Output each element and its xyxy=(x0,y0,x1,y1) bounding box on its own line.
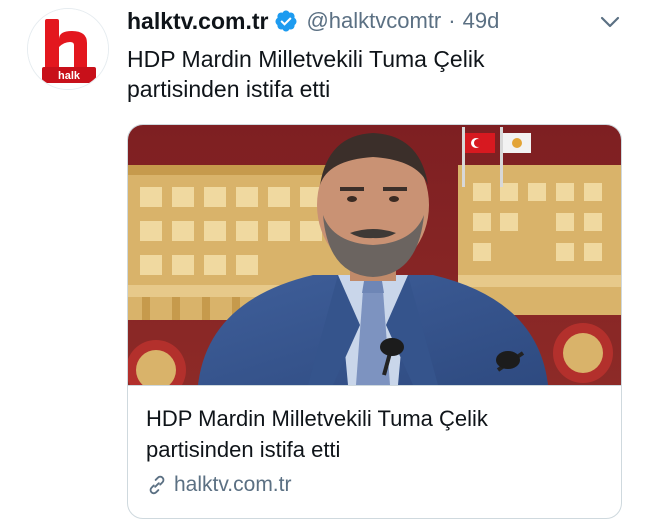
chevron-down-icon[interactable] xyxy=(597,12,623,32)
verified-badge-icon xyxy=(275,10,297,32)
link-card[interactable]: HDP Mardin Milletvekili Tuma Çelik parti… xyxy=(127,124,622,519)
timestamp[interactable]: 49d xyxy=(463,8,500,34)
link-icon xyxy=(149,475,165,495)
display-name[interactable]: halktv.com.tr xyxy=(127,8,268,35)
card-title-line: HDP Mardin Milletvekili Tuma Çelik xyxy=(146,406,488,431)
tweet-text-line: partisinden istifa etti xyxy=(127,76,331,102)
card-photo-illustration xyxy=(128,125,621,385)
card-domain: halktv.com.tr xyxy=(174,473,292,496)
separator-dot: · xyxy=(448,8,456,33)
avatar[interactable]: halk xyxy=(27,8,109,90)
card-title[interactable]: HDP Mardin Milletvekili Tuma Çelik parti… xyxy=(146,403,606,465)
card-link[interactable]: halktv.com.tr xyxy=(146,473,291,497)
card-image[interactable] xyxy=(128,125,621,385)
card-divider xyxy=(128,385,621,386)
tweet-text-line: HDP Mardin Milletvekili Tuma Çelik xyxy=(127,46,485,72)
halk-logo-icon: halk xyxy=(28,9,108,89)
tweet-text: HDP Mardin Milletvekili Tuma Çelik parti… xyxy=(127,44,607,104)
tweet[interactable]: halk halktv.com.tr @halktvcomtr · 49d HD… xyxy=(0,0,651,525)
card-title-line: partisinden istifa etti xyxy=(146,437,341,462)
tweet-header: halktv.com.tr @halktvcomtr · 49d xyxy=(127,4,499,38)
avatar-logo-text: halk xyxy=(58,70,81,82)
handle[interactable]: @halktvcomtr xyxy=(306,8,441,34)
